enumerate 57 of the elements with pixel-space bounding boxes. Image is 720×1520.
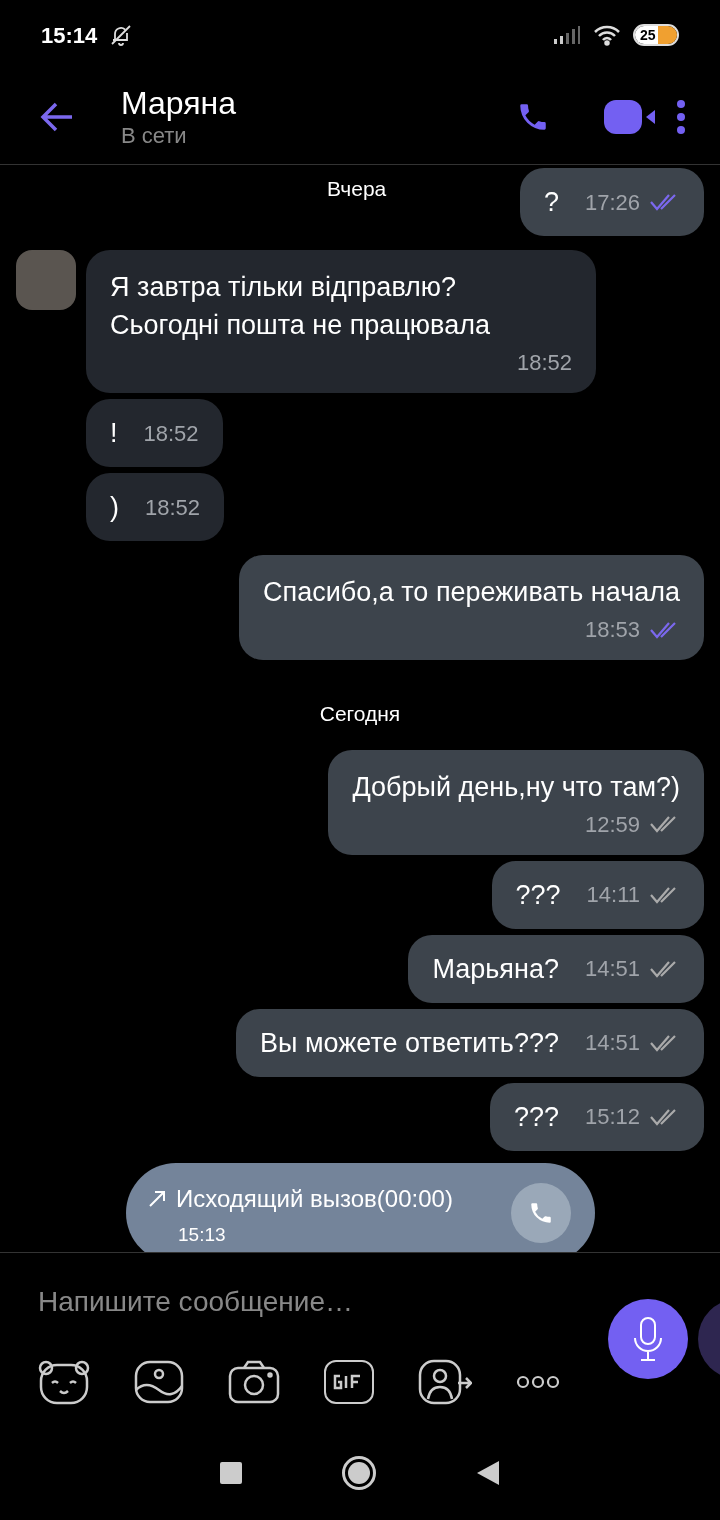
more-icon[interactable] [676, 100, 686, 134]
message-time: 14:51 [584, 1029, 640, 1057]
signal-icon [553, 25, 581, 45]
message-time: 15:12 [584, 1103, 640, 1131]
message-time: 18:52 [516, 349, 572, 377]
message-time: 12:59 [584, 810, 640, 839]
message-time: 18:52 [145, 493, 201, 522]
gif-button[interactable] [324, 1360, 374, 1404]
message-bubble[interactable]: ? 17:26 [519, 168, 704, 236]
bear-sticker-icon[interactable] [38, 1359, 90, 1405]
message-bubble[interactable]: Я завтра тільки відправлю? Сьогодні пошта не працювала 18:52 [86, 250, 596, 393]
call-time: 15:13 [177, 1222, 227, 1247]
call-label: Исходящий вызов(00:00) [176, 1183, 453, 1214]
date-header: Вчера [327, 176, 387, 202]
message-time: 14:11 [586, 881, 640, 909]
message-text: Спасибо,а то переживать начала [263, 576, 680, 609]
message-bubble[interactable]: ! 18:52 [86, 399, 223, 467]
microphone-icon [633, 1316, 663, 1362]
image-icon[interactable] [134, 1360, 184, 1404]
back-button[interactable] [476, 1460, 500, 1486]
contact-name: Маряна [121, 84, 237, 122]
message-input[interactable]: Напишите сообщение… [38, 1281, 558, 1323]
message-bubble[interactable]: Вы можете ответить??? 14:51 [236, 1008, 704, 1077]
message-text: ??? [515, 878, 561, 912]
message-text: ! [110, 417, 118, 450]
video-camera-icon[interactable] [604, 100, 656, 134]
message-bubble[interactable]: ) 18:52 [86, 473, 225, 541]
message-time: 18:52 [143, 419, 199, 448]
contact-status: В сети [121, 122, 188, 150]
battery-level: 25 [635, 26, 658, 44]
message-bubble[interactable]: Добрый день,ну что там?) 12:59 [328, 749, 704, 855]
message-bubble[interactable]: Марьяна? 14:51 [408, 934, 704, 1003]
message-text: ? [543, 186, 559, 219]
message-text: Я завтра тільки відправлю? Сьогодні пошта не працювала [110, 271, 491, 342]
message-bubble[interactable]: Спасибо,а то переживать начала 18:53 [239, 555, 704, 660]
call-bubble[interactable]: Исходящий вызов(00:00) 15:13 [126, 1162, 595, 1252]
wifi-icon [593, 24, 621, 46]
share-contact-icon[interactable] [418, 1359, 472, 1405]
message-text: Добрый день,ну что там?) [352, 770, 680, 804]
status-time: 15:14 [41, 21, 98, 50]
message-text: Вы можете ответить??? [260, 1026, 559, 1060]
message-time: 17:26 [584, 188, 640, 217]
message-time: 18:53 [584, 616, 640, 644]
message-bubble[interactable]: ??? 14:11 [491, 860, 704, 929]
camera-icon[interactable] [228, 1360, 280, 1404]
message-bubble[interactable]: ??? 15:12 [489, 1082, 704, 1151]
message-text: Марьяна? [432, 952, 559, 986]
home-button[interactable] [342, 1456, 376, 1490]
avatar-photo-placeholder[interactable] [16, 250, 76, 310]
message-text: ) [110, 491, 119, 524]
date-header: Сегодня [319, 701, 401, 727]
outgoing-arrow-icon [148, 1189, 166, 1208]
message-text: ??? [513, 1100, 559, 1134]
more-options-icon[interactable] [516, 1375, 560, 1389]
bell-off-icon [109, 23, 134, 47]
back-arrow-icon[interactable] [40, 102, 74, 132]
message-time: 14:51 [584, 955, 640, 983]
